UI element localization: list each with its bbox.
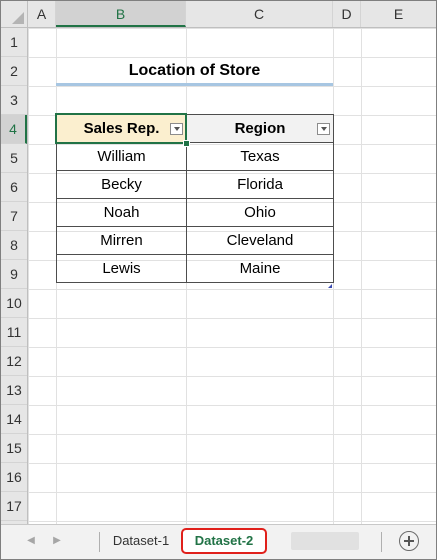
row-header[interactable]: 3 [1,86,27,115]
table-row: Noah Ohio [56,198,334,227]
cell-region[interactable]: Texas [186,142,334,171]
row-header[interactable]: 8 [1,231,27,260]
chevron-left-icon[interactable]: ◀ [23,533,39,549]
hidden-sheet-tab[interactable] [291,532,359,550]
table-row: Becky Florida [56,170,334,199]
title-underline [56,83,333,86]
sheet-title[interactable]: Location of Store [56,57,333,85]
tab-divider [99,532,100,552]
header-cell-sales-rep[interactable]: Sales Rep. [56,114,187,143]
table-row: Lewis Maine [56,254,334,283]
cell-sales-rep[interactable]: Lewis [56,254,187,283]
row-header[interactable]: 6 [1,173,27,202]
cell-region[interactable]: Maine [186,254,334,283]
row-header[interactable]: 11 [1,318,27,347]
row-header[interactable]: 5 [1,144,27,173]
column-header-e[interactable]: E [361,1,436,27]
header-cell-region[interactable]: Region [186,114,334,143]
filter-dropdown-button[interactable] [170,123,183,135]
cell-region[interactable]: Ohio [186,198,334,227]
tab-divider [381,532,382,552]
row-header[interactable]: 9 [1,260,27,289]
spreadsheet-window: A B C D E 1 2 3 4 5 6 7 8 9 10 11 12 13 … [0,0,437,560]
column-header-a[interactable]: A [28,1,56,27]
cell-region[interactable]: Cleveland [186,226,334,255]
cell-sales-rep[interactable]: Becky [56,170,187,199]
dropdown-arrow-icon [173,127,180,131]
row-header[interactable]: 2 [1,57,27,86]
sheet-tab-dataset-2[interactable]: Dataset-2 [181,528,267,554]
row-header[interactable]: 15 [1,434,27,463]
row-header[interactable]: 4 [1,115,27,144]
column-headers: A B C D E [28,1,436,28]
row-header[interactable]: 1 [1,28,27,57]
column-header-d[interactable]: D [333,1,361,27]
table-row: Mirren Cleveland [56,226,334,255]
header-label: Sales Rep. [83,120,160,137]
row-header[interactable]: 10 [1,289,27,318]
header-label: Region [234,120,286,137]
cell-region[interactable]: Florida [186,170,334,199]
column-header-b[interactable]: B [56,1,186,27]
row-header[interactable]: 17 [1,492,27,521]
sheet-tab-bar: ◀ ▶ Dataset-1 Dataset-2 [1,524,436,559]
cell-sales-rep[interactable]: Noah [56,198,187,227]
row-header[interactable]: 12 [1,347,27,376]
filter-dropdown-button[interactable] [317,123,330,135]
cell-sales-rep[interactable]: William [56,142,187,171]
row-header[interactable]: 14 [1,405,27,434]
row-header[interactable]: 13 [1,376,27,405]
dropdown-arrow-icon [320,127,327,131]
cell-sales-rep[interactable]: Mirren [56,226,187,255]
column-header-c[interactable]: C [186,1,333,27]
row-headers: 1 2 3 4 5 6 7 8 9 10 11 12 13 14 15 16 1… [1,28,28,524]
table-row: William Texas [56,142,334,171]
chevron-right-icon[interactable]: ▶ [49,533,65,549]
table-resize-handle[interactable] [328,284,332,288]
plus-circle-icon[interactable] [399,531,419,551]
sheet-tab-dataset-1[interactable]: Dataset-1 [105,528,177,554]
select-all-button[interactable] [1,1,28,28]
row-header[interactable]: 16 [1,463,27,492]
data-table: Sales Rep. Region William Texas Becky Fl… [56,114,334,283]
row-header[interactable]: 7 [1,202,27,231]
table-header-row: Sales Rep. Region [56,114,334,143]
fill-handle[interactable] [183,140,190,147]
